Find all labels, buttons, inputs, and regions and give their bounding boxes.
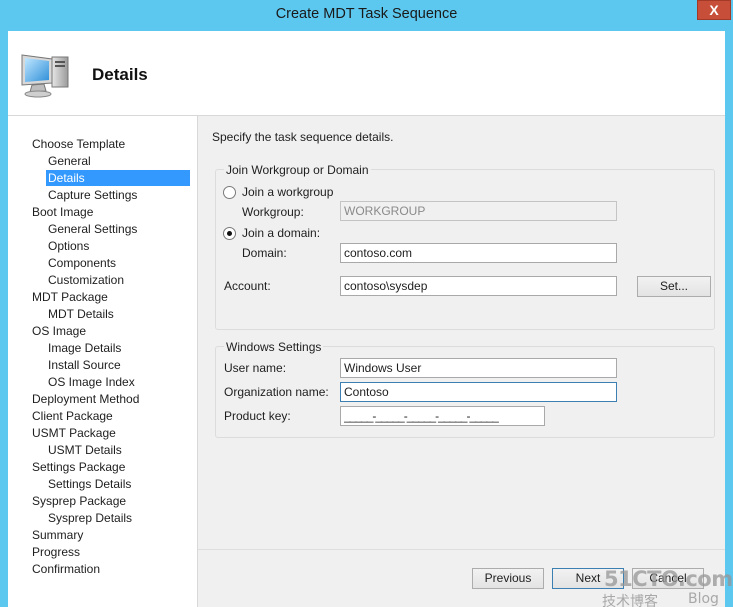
- page-description: Specify the task sequence details.: [212, 130, 394, 144]
- user-name-label: User name:: [224, 361, 287, 375]
- details-page: Specify the task sequence details. Join …: [198, 116, 733, 607]
- wizard-header: Details: [8, 31, 725, 116]
- organization-input[interactable]: [340, 382, 617, 402]
- domain-radio[interactable]: [223, 227, 236, 240]
- organization-label: Organization name:: [224, 385, 329, 399]
- product-key-label: Product key:: [224, 409, 291, 423]
- product-key-input[interactable]: [340, 406, 545, 426]
- nav-item[interactable]: Capture Settings: [46, 187, 137, 203]
- nav-item[interactable]: USMT Package: [30, 425, 116, 441]
- domain-input[interactable]: [340, 243, 617, 263]
- title-bar[interactable]: Create MDT Task Sequence X: [0, 0, 733, 31]
- domain-radio-label[interactable]: Join a domain:: [242, 226, 320, 241]
- close-button[interactable]: X: [697, 0, 731, 20]
- workgroup-radio[interactable]: [223, 186, 236, 199]
- workgroup-radio-label[interactable]: Join a workgroup: [242, 185, 333, 200]
- join-group-title: Join Workgroup or Domain: [224, 163, 371, 177]
- nav-item[interactable]: Summary: [30, 527, 83, 543]
- nav-item[interactable]: General Settings: [46, 221, 137, 237]
- nav-item[interactable]: Client Package: [30, 408, 113, 424]
- nav-item[interactable]: Sysprep Details: [46, 510, 132, 526]
- nav-item[interactable]: Details: [46, 170, 190, 186]
- nav-item[interactable]: Choose Template: [30, 136, 125, 152]
- nav-item[interactable]: Deployment Method: [30, 391, 139, 407]
- workgroup-input[interactable]: [340, 201, 617, 221]
- computer-icon: [21, 54, 69, 98]
- domain-label: Domain:: [242, 246, 287, 260]
- join-group: Join Workgroup or Domain Join a workgrou…: [215, 163, 715, 330]
- nav-item[interactable]: Image Details: [46, 340, 121, 356]
- windows-settings-group: Windows Settings User name: Organization…: [215, 340, 715, 438]
- nav-item[interactable]: MDT Package: [30, 289, 108, 305]
- watermark-blog: 技术博客: [602, 594, 658, 607]
- nav-item[interactable]: Sysprep Package: [30, 493, 126, 509]
- nav-item[interactable]: Settings Details: [46, 476, 131, 492]
- nav-item[interactable]: General: [46, 153, 91, 169]
- wizard-nav: Choose Template General Details Capture Set…: [8, 116, 198, 607]
- footer-divider: [198, 549, 725, 550]
- nav-item[interactable]: Boot Image: [30, 204, 93, 220]
- page-title: Details: [92, 65, 148, 84]
- previous-button[interactable]: Previous: [472, 568, 544, 589]
- set-account-button[interactable]: Set...: [637, 276, 711, 297]
- watermark-blog-en: Blog: [688, 591, 719, 607]
- windows-settings-title: Windows Settings: [224, 340, 324, 354]
- nav-item[interactable]: Settings Package: [30, 459, 125, 475]
- nav-item[interactable]: Confirmation: [30, 561, 100, 577]
- workgroup-label: Workgroup:: [242, 205, 304, 219]
- nav-item[interactable]: OS Image: [30, 323, 86, 339]
- nav-item[interactable]: Options: [46, 238, 89, 254]
- account-label: Account:: [224, 279, 271, 293]
- nav-item[interactable]: Customization: [46, 272, 124, 288]
- nav-item[interactable]: Install Source: [46, 357, 121, 373]
- nav-item[interactable]: USMT Details: [46, 442, 122, 458]
- nav-item[interactable]: Progress: [30, 544, 80, 560]
- nav-item[interactable]: Components: [46, 255, 116, 271]
- nav-item[interactable]: OS Image Index: [46, 374, 135, 390]
- user-name-input[interactable]: [340, 358, 617, 378]
- wizard-client-area: Details Choose Template General Details Cap…: [8, 31, 733, 607]
- watermark: 51CTO.com 技术博客 Blog: [598, 567, 733, 607]
- watermark-site: 51CTO.com: [604, 567, 733, 591]
- window-title: Create MDT Task Sequence: [275, 6, 458, 22]
- account-input[interactable]: [340, 276, 617, 296]
- nav-item[interactable]: MDT Details: [46, 306, 114, 322]
